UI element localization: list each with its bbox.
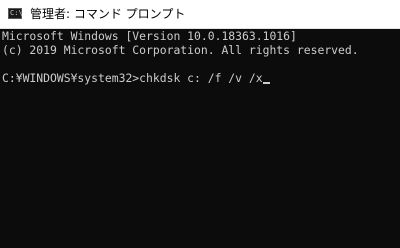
window-title: 管理者: コマンド プロンプト <box>30 7 186 21</box>
title-bar[interactable]: C:\ 管理者: コマンド プロンプト <box>0 0 400 29</box>
console-line-version: Microsoft Windows [Version 10.0.18363.10… <box>2 29 297 43</box>
command-prompt-line[interactable]: C:¥WINDOWS¥system32>chkdsk c: /f /v /x <box>2 71 270 85</box>
command-prompt-window: C:\ 管理者: コマンド プロンプト Microsoft Windows [V… <box>0 0 400 248</box>
console-line-copyright: (c) 2019 Microsoft Corporation. All righ… <box>2 43 359 57</box>
console-output-area[interactable]: Microsoft Windows [Version 10.0.18363.10… <box>0 29 400 248</box>
cmd-console-icon[interactable]: C:\ <box>8 8 23 19</box>
command-text: C:¥WINDOWS¥system32>chkdsk c: /f /v /x <box>2 71 263 85</box>
text-cursor <box>262 82 270 84</box>
